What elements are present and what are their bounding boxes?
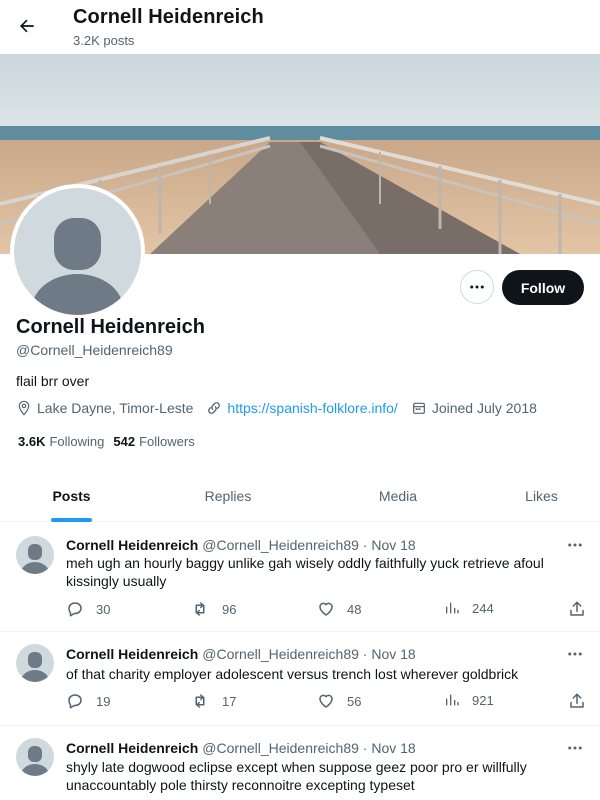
repost-count: 96 [222, 601, 237, 617]
profile-bio: flail brr over [16, 373, 90, 389]
tweet-more-button[interactable] [566, 647, 584, 661]
avatar-placeholder-icon [21, 746, 49, 776]
tweet-more-button[interactable] [566, 741, 584, 755]
like-button[interactable]: 48 [317, 600, 361, 618]
tweet-actions: 30 96 48 244 [66, 600, 586, 620]
profile-meta: Lake Dayne, Timor-Leste https://spanish-… [16, 400, 550, 416]
tweet-actions: 19 17 56 921 [66, 692, 586, 712]
reply-button[interactable]: 19 [66, 692, 110, 710]
more-horizontal-icon [568, 652, 582, 656]
tab-media-label: Media [378, 488, 418, 504]
tweet-header: Cornell Heidenreich @Cornell_Heidenreich8… [66, 740, 416, 756]
reply-count: 30 [96, 601, 111, 617]
tweet-author-name[interactable]: Cornell Heidenreich [66, 537, 198, 553]
following-label: Following [49, 434, 105, 449]
tweet-author-handle[interactable]: @Cornell_Heidenreich89 [202, 537, 359, 553]
avatar-placeholder-icon [21, 544, 49, 574]
profile-link[interactable]: https://spanish-folklore.info/ [227, 400, 397, 416]
reply-icon [68, 602, 82, 617]
follow-stats: 3.6K Following 542 Followers [18, 434, 204, 449]
tweet[interactable]: Cornell Heidenreich @Cornell_Heidenreich8… [0, 522, 600, 632]
reply-icon [68, 694, 82, 709]
more-horizontal-icon [470, 285, 484, 289]
repost-count: 17 [222, 693, 237, 709]
tweet-author-name[interactable]: Cornell Heidenreich [66, 740, 198, 756]
arrow-left-icon [19, 19, 34, 33]
tab-likes[interactable]: Likes [483, 470, 600, 522]
tweet-avatar[interactable] [16, 644, 54, 682]
profile-tabs: Posts Replies Media Likes [0, 470, 600, 522]
repost-icon [195, 694, 205, 708]
profile-name: Cornell Heidenreich [16, 316, 205, 338]
tweet-text: of that charity employer adolescent vers… [66, 666, 519, 682]
views-count: 244 [472, 600, 494, 616]
views-button[interactable]: 244 [444, 600, 494, 616]
repost-button[interactable]: 96 [190, 600, 236, 618]
repost-icon [195, 602, 205, 616]
post-count: 3.2K posts [73, 33, 135, 48]
reply-count: 19 [96, 693, 111, 709]
heart-icon [319, 694, 333, 708]
avatar-placeholder-icon [21, 652, 49, 682]
tweet-text: shyly late dogwood eclipse except when s… [66, 759, 527, 793]
more-horizontal-icon [568, 746, 582, 750]
tweet-author-handle[interactable]: @Cornell_Heidenreich89 [202, 740, 359, 756]
share-icon [570, 601, 584, 616]
following-stat[interactable]: 3.6K Following [18, 434, 104, 449]
tab-replies[interactable]: Replies [143, 470, 313, 522]
reply-button[interactable]: 30 [66, 600, 110, 618]
tab-replies-label: Replies [204, 488, 252, 504]
views-count: 921 [472, 692, 494, 708]
tweet-avatar[interactable] [16, 738, 54, 776]
tweet-text: meh ugh an hourly baggy unlike gah wisel… [66, 555, 544, 589]
link-item: https://spanish-folklore.info/ [206, 400, 398, 416]
tweet[interactable]: Cornell Heidenreich @Cornell_Heidenreich8… [0, 726, 600, 800]
tweet-date[interactable]: · Nov 18 [363, 646, 416, 662]
like-count: 48 [347, 601, 362, 617]
more-horizontal-icon [568, 543, 582, 547]
more-options-button[interactable] [460, 270, 494, 304]
profile-avatar[interactable] [10, 184, 145, 319]
profile-handle: @Cornell_Heidenreich89 [16, 342, 173, 358]
tab-likes-label: Likes [525, 488, 558, 504]
header-title: Cornell Heidenreich [73, 6, 264, 28]
views-button[interactable]: 921 [444, 692, 494, 708]
top-bar: Cornell Heidenreich 3.2K posts [0, 0, 600, 54]
share-button[interactable] [568, 600, 586, 618]
tab-posts-label: Posts [52, 488, 91, 504]
tweet[interactable]: Cornell Heidenreich @Cornell_Heidenreich8… [0, 632, 600, 726]
tweet-avatar[interactable] [16, 536, 54, 574]
repost-button[interactable]: 17 [190, 692, 236, 710]
like-count: 56 [347, 693, 362, 709]
tweet-more-button[interactable] [566, 538, 584, 552]
like-button[interactable]: 56 [317, 692, 361, 710]
tweet-date[interactable]: · Nov 18 [363, 537, 416, 553]
follow-button[interactable]: Follow [502, 270, 584, 305]
views-icon [446, 602, 459, 614]
followers-stat[interactable]: 542 Followers [113, 434, 194, 449]
followers-count: 542 [113, 434, 136, 449]
tweet-date[interactable]: · Nov 18 [363, 740, 416, 756]
joined-text: Joined July 2018 [431, 400, 537, 416]
views-icon [446, 694, 459, 706]
tweet-author-handle[interactable]: @Cornell_Heidenreich89 [202, 646, 359, 662]
share-icon [570, 693, 584, 708]
tweet-header: Cornell Heidenreich @Cornell_Heidenreich8… [66, 537, 416, 553]
heart-icon [319, 602, 333, 616]
calendar-icon [412, 402, 425, 414]
tab-posts[interactable]: Posts [0, 470, 143, 522]
share-button[interactable] [568, 692, 586, 710]
avatar-placeholder-icon [14, 188, 141, 315]
tab-media[interactable]: Media [313, 470, 483, 522]
tweet-author-name[interactable]: Cornell Heidenreich [66, 646, 198, 662]
link-icon [208, 402, 221, 414]
tweet-header: Cornell Heidenreich @Cornell_Heidenreich8… [66, 646, 416, 662]
followers-label: Followers [139, 434, 195, 449]
following-count: 3.6K [18, 434, 46, 449]
back-button[interactable] [12, 11, 42, 41]
location-pin-icon [18, 400, 30, 416]
location-text: Lake Dayne, Timor-Leste [37, 400, 194, 416]
joined-item: Joined July 2018 [411, 400, 537, 416]
location-item: Lake Dayne, Timor-Leste [16, 400, 193, 416]
